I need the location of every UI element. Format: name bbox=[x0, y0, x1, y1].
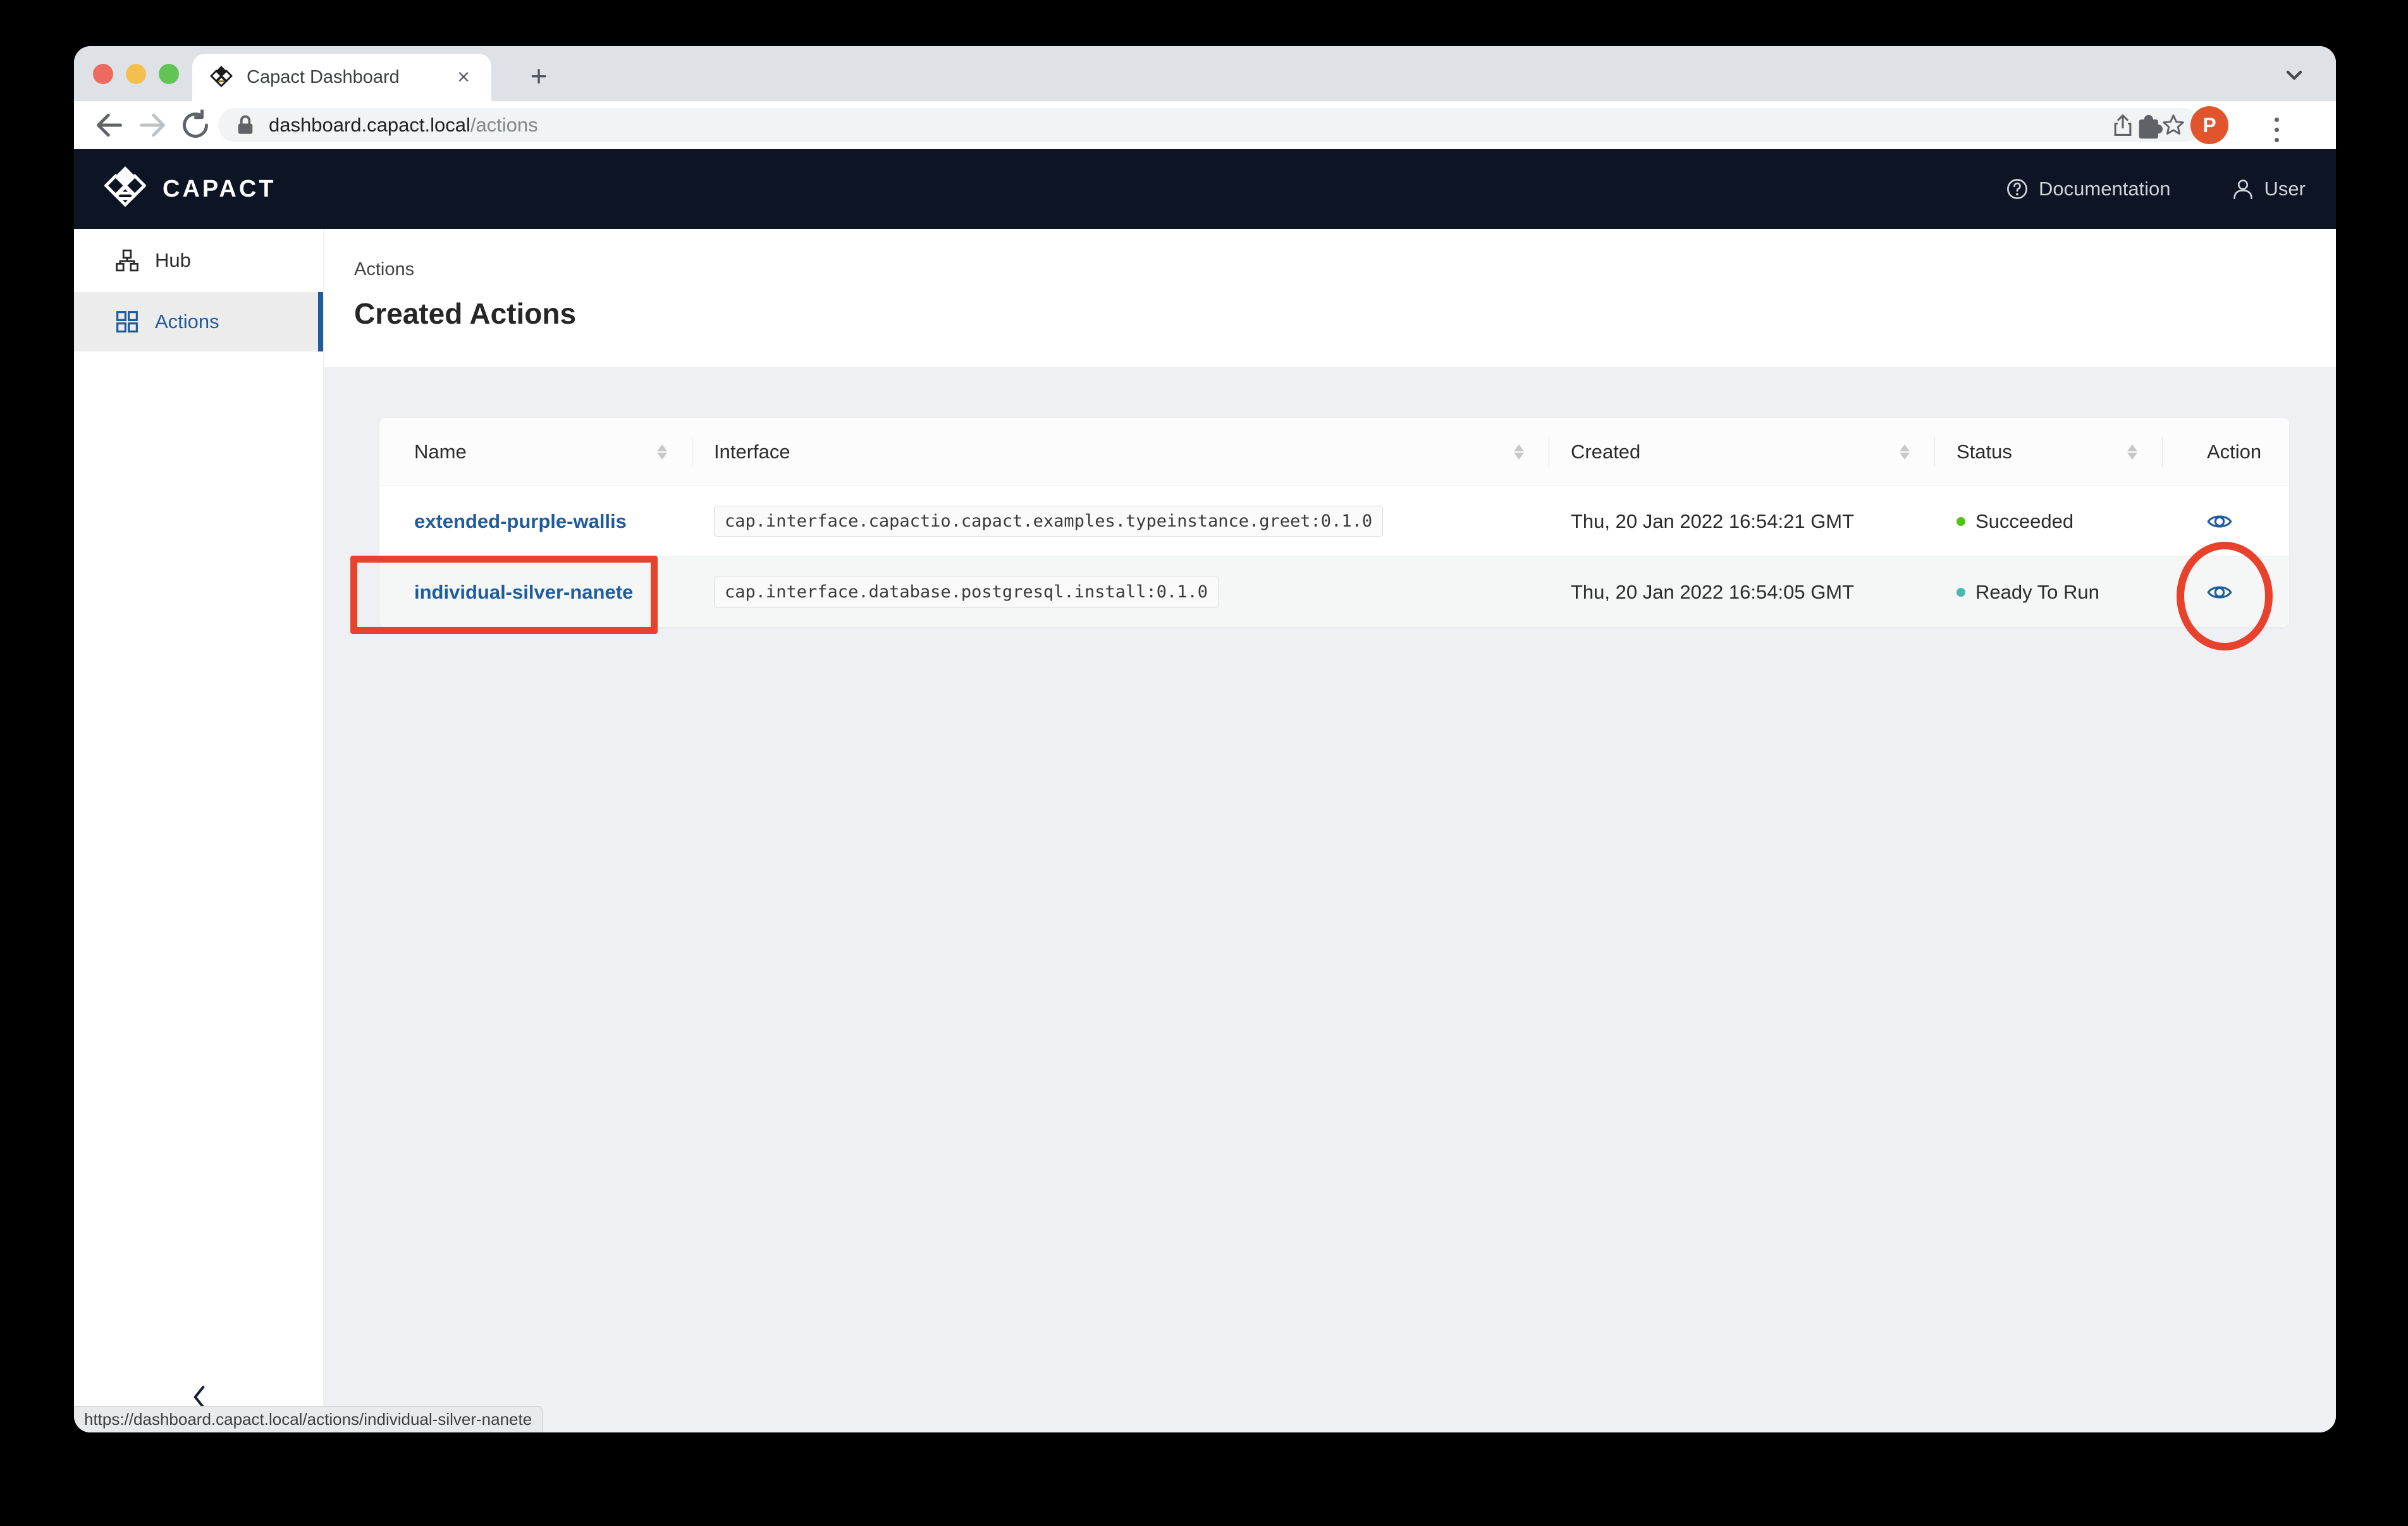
brand-name: CAPACT bbox=[163, 176, 276, 203]
minimize-window-button[interactable] bbox=[126, 64, 146, 84]
interface-tag: cap.interface.database.postgresql.instal… bbox=[714, 577, 1219, 607]
new-tab-button[interactable]: + bbox=[520, 59, 557, 95]
annotation-circle bbox=[2177, 542, 2273, 650]
view-eye-icon[interactable] bbox=[2207, 512, 2232, 531]
sort-icon bbox=[1900, 444, 1910, 460]
page-header: Actions Created Actions bbox=[324, 229, 2336, 367]
user-label: User bbox=[2264, 178, 2306, 200]
column-header-name[interactable]: Name bbox=[379, 418, 692, 485]
documentation-label: Documentation bbox=[2039, 178, 2171, 200]
browser-menu-icon[interactable] bbox=[2271, 111, 2283, 149]
sidebar: Hub Actions bbox=[74, 229, 324, 1432]
sort-icon bbox=[2127, 444, 2137, 460]
browser-tab[interactable]: Capact Dashboard × bbox=[192, 54, 491, 101]
column-header-action: Action bbox=[2163, 418, 2289, 485]
sidebar-item-label: Hub bbox=[155, 249, 191, 272]
back-icon[interactable] bbox=[92, 107, 127, 143]
column-header-created[interactable]: Created bbox=[1549, 418, 1935, 485]
user-menu[interactable]: User bbox=[2232, 178, 2306, 200]
sidebar-item-label: Actions bbox=[155, 310, 219, 333]
capact-brand[interactable]: CAPACT bbox=[104, 165, 276, 213]
breadcrumb[interactable]: Actions bbox=[354, 229, 2336, 280]
close-window-button[interactable] bbox=[93, 64, 113, 84]
main-content: Actions Created Actions Name Interface bbox=[324, 229, 2336, 1432]
sidebar-item-actions[interactable]: Actions bbox=[74, 292, 323, 351]
sort-icon bbox=[1514, 444, 1524, 460]
column-header-interface[interactable]: Interface bbox=[692, 418, 1549, 485]
extensions-puzzle-icon[interactable] bbox=[2131, 106, 2165, 143]
user-icon bbox=[2232, 178, 2254, 200]
tab-title: Capact Dashboard bbox=[247, 67, 453, 88]
actions-grid-icon bbox=[116, 310, 138, 333]
link-preview-tooltip: https://dashboard.capact.local/actions/i… bbox=[74, 1406, 543, 1432]
status-cell: Succeeded bbox=[1935, 510, 2163, 533]
browser-toolbar: dashboard.capact.local/actions P bbox=[74, 101, 2336, 149]
question-circle-icon bbox=[2006, 178, 2029, 200]
forward-icon[interactable] bbox=[135, 107, 170, 143]
tab-strip: Capact Dashboard × + bbox=[74, 46, 2336, 101]
reload-icon[interactable] bbox=[178, 107, 213, 143]
annotation-rectangle bbox=[350, 556, 658, 634]
browser-window: Capact Dashboard × + dashboard.capact.lo… bbox=[74, 46, 2336, 1432]
url-text: dashboard.capact.local/actions bbox=[269, 114, 538, 137]
page-title: Created Actions bbox=[354, 296, 2336, 331]
zoom-window-button[interactable] bbox=[159, 64, 179, 84]
capact-favicon-icon bbox=[210, 65, 233, 90]
table-header-row: Name Interface Creat bbox=[379, 418, 2289, 485]
status-cell: Ready To Run bbox=[1935, 581, 2163, 604]
table-row: individual-silver-nanete cap.interface.d… bbox=[379, 556, 2289, 627]
tab-search-chevron-icon[interactable] bbox=[2282, 63, 2307, 88]
created-cell: Thu, 20 Jan 2022 16:54:05 GMT bbox=[1549, 581, 1935, 604]
column-header-status[interactable]: Status bbox=[1935, 418, 2163, 485]
lock-icon[interactable] bbox=[236, 114, 255, 137]
interface-tag: cap.interface.capactio.capact.examples.t… bbox=[714, 506, 1383, 537]
traffic-lights bbox=[93, 64, 179, 84]
sidebar-item-hub[interactable]: Hub bbox=[74, 231, 323, 290]
status-dot bbox=[1956, 517, 1965, 526]
table-row: extended-purple-wallis cap.interface.cap… bbox=[379, 485, 2289, 556]
status-label: Ready To Run bbox=[1975, 581, 2099, 604]
url-path: /actions bbox=[470, 114, 538, 136]
status-label: Succeeded bbox=[1975, 510, 2073, 533]
hub-icon bbox=[116, 249, 138, 272]
sort-icon bbox=[657, 444, 667, 460]
tab-close-icon[interactable]: × bbox=[453, 65, 474, 90]
created-cell: Thu, 20 Jan 2022 16:54:21 GMT bbox=[1549, 510, 1935, 533]
app-header: CAPACT Documentation User bbox=[74, 149, 2336, 229]
address-bar[interactable]: dashboard.capact.local/actions bbox=[218, 108, 2201, 142]
documentation-link[interactable]: Documentation bbox=[2006, 178, 2171, 200]
status-dot bbox=[1956, 588, 1965, 597]
capact-logo-icon bbox=[104, 165, 146, 213]
actions-table-card: Name Interface Creat bbox=[379, 418, 2289, 627]
profile-avatar[interactable]: P bbox=[2190, 106, 2228, 144]
action-name-link[interactable]: extended-purple-wallis bbox=[414, 510, 627, 532]
